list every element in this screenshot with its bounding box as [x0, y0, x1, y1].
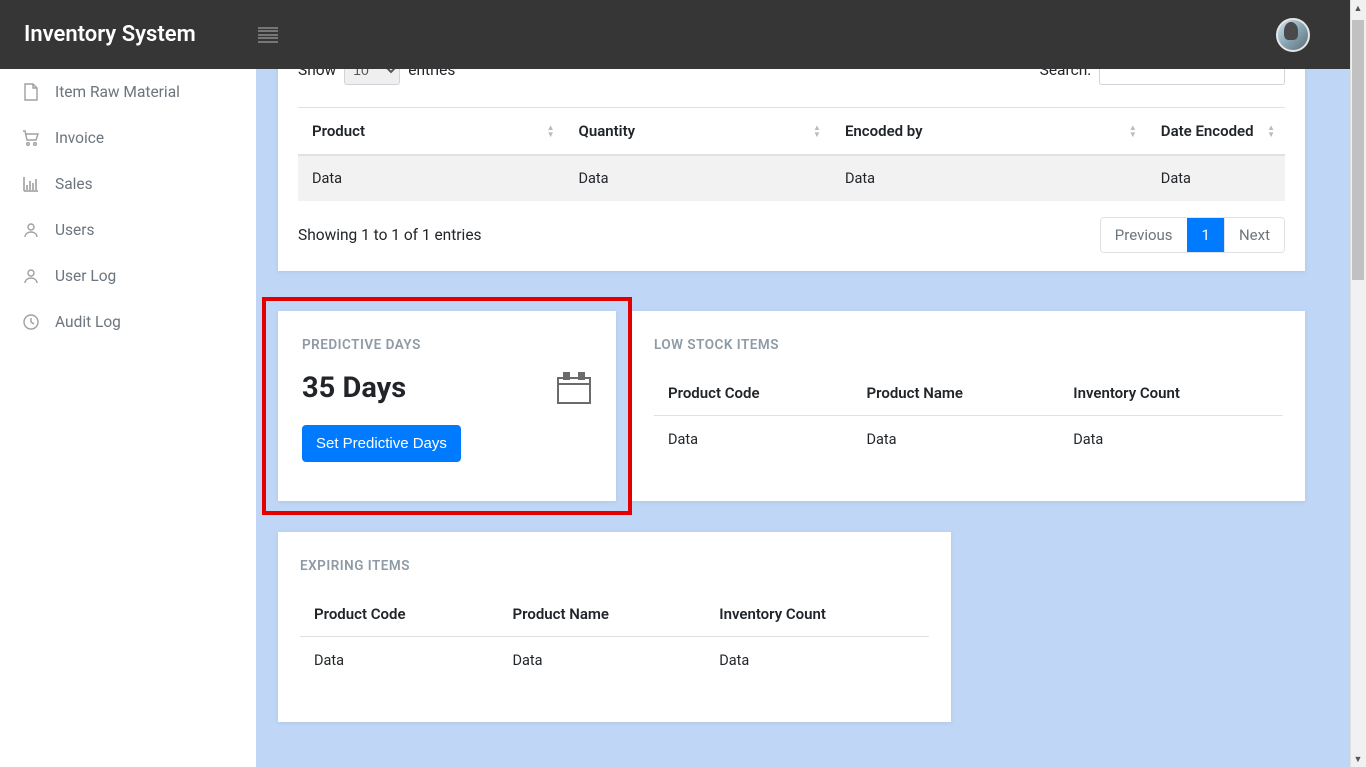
sidebar-item-label: Item Raw Material — [55, 83, 180, 101]
col-product-code: Product Code — [300, 592, 499, 637]
top-bar: Inventory System — [0, 0, 1350, 69]
entries-table: Product▲▼ Quantity▲▼ Encoded by▲▼ Date E… — [298, 107, 1285, 201]
sidebar: Item Raw Material Invoice Sales Users Us… — [0, 69, 256, 767]
show-select[interactable]: 10 — [344, 69, 400, 85]
sidebar-item-label: Sales — [55, 175, 93, 193]
vertical-scrollbar[interactable]: ▲ ▼ — [1350, 0, 1366, 767]
low-stock-card: LOW STOCK ITEMS Product Code Product Nam… — [632, 311, 1305, 501]
cell: Data — [564, 155, 830, 201]
pager-prev[interactable]: Previous — [1101, 218, 1187, 252]
expiring-label: EXPIRING ITEMS — [300, 558, 929, 574]
expiring-table: Product Code Product Name Inventory Coun… — [300, 592, 929, 684]
table-row: Data Data Data — [300, 637, 929, 685]
low-stock-label: LOW STOCK ITEMS — [654, 337, 1283, 353]
set-predictive-days-button[interactable]: Set Predictive Days — [302, 425, 461, 462]
entries-label: entries — [408, 69, 455, 79]
sidebar-item-label: Users — [55, 221, 95, 239]
app-title: Inventory System — [24, 22, 196, 47]
cell: Data — [831, 155, 1147, 201]
col-inventory-count: Inventory Count — [1059, 371, 1283, 416]
cart-icon — [22, 129, 40, 147]
search-wrap: Search: — [1040, 69, 1285, 85]
sidebar-item-audit-log[interactable]: Audit Log — [0, 299, 256, 345]
footer-info: Showing 1 to 1 of 1 entries — [298, 226, 482, 244]
sort-icon: ▲▼ — [1267, 124, 1275, 138]
show-label: Show — [298, 69, 336, 79]
menu-toggle-icon[interactable] — [258, 27, 278, 43]
col-encoded-by[interactable]: Encoded by▲▼ — [831, 108, 1147, 156]
sort-icon: ▲▼ — [547, 124, 555, 138]
table-controls: Show 10 entries Search: — [298, 69, 1285, 85]
pager-page-1[interactable]: 1 — [1187, 218, 1224, 252]
sort-icon: ▲▼ — [1129, 124, 1137, 138]
calendar-icon — [556, 371, 592, 405]
sidebar-item-invoice[interactable]: Invoice — [0, 115, 256, 161]
clock-icon — [22, 313, 40, 331]
file-icon — [22, 83, 40, 101]
cell: Data — [654, 416, 853, 464]
low-stock-table: Product Code Product Name Inventory Coun… — [654, 371, 1283, 463]
sidebar-item-label: Invoice — [55, 129, 104, 147]
sort-icon: ▲▼ — [813, 124, 821, 138]
scroll-down-arrow[interactable]: ▼ — [1350, 751, 1366, 767]
table-row: Data Data Data — [654, 416, 1283, 464]
predictive-value: 35 Days — [302, 371, 592, 405]
avatar[interactable] — [1276, 18, 1310, 52]
sidebar-item-users[interactable]: Users — [0, 207, 256, 253]
scroll-up-arrow[interactable]: ▲ — [1350, 0, 1366, 16]
recent-entries-card: Show 10 entries Search: Product▲▼ Quanti… — [278, 69, 1305, 271]
col-product[interactable]: Product▲▼ — [298, 108, 564, 156]
pager-next[interactable]: Next — [1224, 218, 1284, 252]
expiring-items-card: EXPIRING ITEMS Product Code Product Name… — [278, 532, 951, 722]
sidebar-item-sales[interactable]: Sales — [0, 161, 256, 207]
sidebar-item-user-log[interactable]: User Log — [0, 253, 256, 299]
table-footer: Showing 1 to 1 of 1 entries Previous 1 N… — [298, 217, 1285, 253]
user-icon — [22, 267, 40, 285]
sidebar-item-label: Audit Log — [55, 313, 121, 331]
cell: Data — [298, 155, 564, 201]
cell: Data — [300, 637, 499, 685]
predictive-label: PREDICTIVE DAYS — [302, 337, 592, 353]
col-product-name: Product Name — [853, 371, 1060, 416]
chart-bars-icon — [22, 175, 40, 193]
col-quantity[interactable]: Quantity▲▼ — [564, 108, 830, 156]
cell: Data — [499, 637, 706, 685]
scroll-thumb[interactable] — [1352, 20, 1364, 280]
content-area: Show 10 entries Search: Product▲▼ Quanti… — [256, 69, 1350, 767]
user-icon — [22, 221, 40, 239]
sidebar-item-label: User Log — [55, 267, 116, 285]
pager: Previous 1 Next — [1100, 217, 1285, 253]
cell: Data — [1059, 416, 1283, 464]
col-date-encoded[interactable]: Date Encoded▲▼ — [1147, 108, 1285, 156]
table-row: Data Data Data Data — [298, 155, 1285, 201]
cell: Data — [1147, 155, 1285, 201]
sidebar-item-raw-material[interactable]: Item Raw Material — [0, 69, 256, 115]
search-input[interactable] — [1099, 69, 1285, 85]
col-product-name: Product Name — [499, 592, 706, 637]
col-product-code: Product Code — [654, 371, 853, 416]
col-inventory-count: Inventory Count — [705, 592, 929, 637]
search-label: Search: — [1040, 69, 1091, 79]
predictive-days-card: PREDICTIVE DAYS 35 Days Set Predictive D… — [278, 311, 616, 501]
cell: Data — [705, 637, 929, 685]
show-entries: Show 10 entries — [298, 69, 455, 85]
cell: Data — [853, 416, 1060, 464]
